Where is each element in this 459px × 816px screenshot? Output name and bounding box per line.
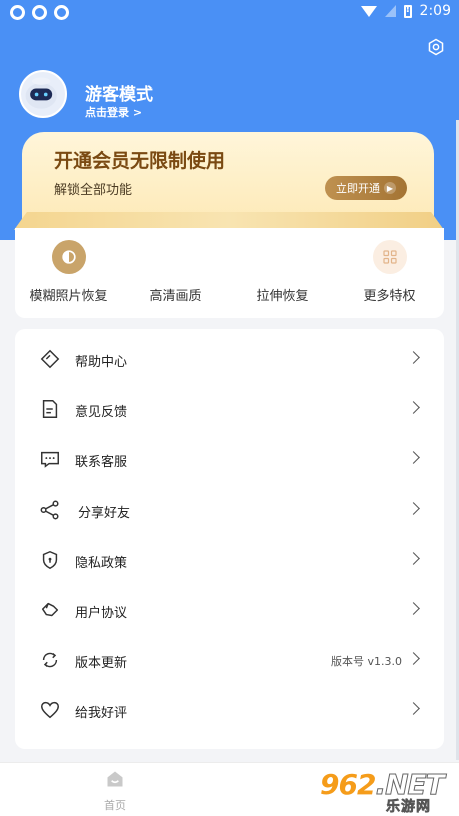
menu-item-label: 用户协议 — [75, 606, 128, 621]
avatar[interactable] — [19, 70, 67, 118]
vip-subtitle: 解锁全部功能 — [54, 183, 133, 198]
version-number: 版本号 v1.3.0 — [331, 655, 402, 668]
help-diamond-icon — [40, 349, 60, 369]
cell-signal-icon — [384, 5, 396, 17]
open-vip-button-label: 立即开通 — [336, 182, 380, 195]
nav-home-tab[interactable]: 首页 — [90, 769, 140, 813]
contrast-icon — [51, 240, 86, 274]
chevron-right-icon — [407, 602, 420, 615]
open-vip-button[interactable]: 立即开通 ▶ — [325, 176, 407, 200]
app-notification-icon — [10, 5, 25, 20]
chevron-right-icon — [407, 502, 420, 515]
menu-item-label: 帮助中心 — [75, 355, 128, 370]
chevron-right-icon — [407, 401, 420, 414]
home-icon — [107, 771, 123, 787]
menu-item-label: 给我好评 — [75, 706, 128, 721]
menu-item-rate-app[interactable]: 给我好评 — [15, 686, 444, 736]
menu-item-label: 分享好友 — [78, 506, 131, 521]
profile-name: 游客模式 — [85, 85, 153, 105]
chat-bubble-icon — [41, 451, 59, 468]
privacy-shield-icon — [42, 550, 58, 570]
feature-label: 拉伸恢复 — [256, 289, 309, 304]
chevron-right-icon — [407, 552, 420, 565]
watermark-subtitle: 乐游网 — [386, 799, 431, 816]
heart-icon — [41, 701, 59, 719]
vip-title: 开通会员无限制使用 — [54, 150, 226, 172]
nav-home-label: 首页 — [104, 799, 126, 812]
chevron-right-icon — [407, 702, 420, 715]
feature-blur-restore[interactable]: 模糊照片恢复 — [15, 228, 122, 318]
status-notification-icons — [10, 5, 69, 20]
robot-avatar-icon — [25, 77, 57, 109]
menu-item-user-agreement[interactable]: 用户协议 — [15, 586, 444, 636]
menu-item-share[interactable]: 分享好友 — [15, 486, 444, 536]
menu-item-help-center[interactable]: 帮助中心 — [15, 335, 444, 385]
menu-item-contact-support[interactable]: 联系客服 — [15, 435, 444, 485]
app-notification-icon — [54, 5, 69, 20]
feature-label: 更多特权 — [363, 289, 416, 304]
settings-icon[interactable] — [427, 38, 445, 56]
chevron-right-icon: ▶ — [384, 182, 396, 194]
settings-menu: 帮助中心 意见反馈 联系客服 分享好友 隐私政策 用户协议 版本更新 版本号 v… — [15, 329, 444, 749]
status-bar: 2:09 — [0, 0, 459, 26]
chevron-right-icon — [407, 351, 420, 364]
feature-stretch-restore[interactable]: 拉伸恢复 — [229, 228, 336, 318]
wifi-icon — [360, 5, 377, 17]
menu-item-privacy-policy[interactable]: 隐私政策 — [15, 536, 444, 586]
watermark-number: 962 — [320, 768, 376, 801]
menu-item-version-update[interactable]: 版本更新 版本号 v1.3.0 — [15, 636, 444, 686]
feature-panel: 模糊照片恢复 高清画质 拉伸恢复 更多特权 — [15, 228, 444, 318]
menu-item-label: 意见反馈 — [75, 405, 128, 420]
feedback-document-icon — [42, 400, 58, 418]
feature-label: 高清画质 — [149, 289, 202, 304]
menu-item-label: 联系客服 — [75, 455, 128, 470]
watermark-logo: 962.NET 乐游网 — [320, 768, 456, 816]
agreement-icon — [41, 602, 59, 617]
share-icon — [40, 500, 59, 520]
menu-item-label: 隐私政策 — [75, 556, 128, 571]
login-link[interactable]: 点击登录 > — [85, 104, 142, 120]
grid-icon — [372, 240, 407, 274]
vip-banner-base — [14, 212, 444, 230]
feature-label: 模糊照片恢复 — [29, 289, 108, 304]
feature-hd-quality[interactable]: 高清画质 — [122, 228, 229, 318]
menu-item-label: 版本更新 — [75, 656, 128, 671]
battery-alert-icon — [403, 4, 412, 18]
chevron-right-icon — [407, 652, 420, 665]
status-time: 2:09 — [419, 3, 451, 19]
app-notification-icon — [32, 5, 47, 20]
menu-item-feedback[interactable]: 意见反馈 — [15, 385, 444, 435]
feature-more-privileges[interactable]: 更多特权 — [336, 228, 443, 318]
chevron-right-icon — [407, 451, 420, 464]
refresh-icon — [42, 652, 58, 668]
